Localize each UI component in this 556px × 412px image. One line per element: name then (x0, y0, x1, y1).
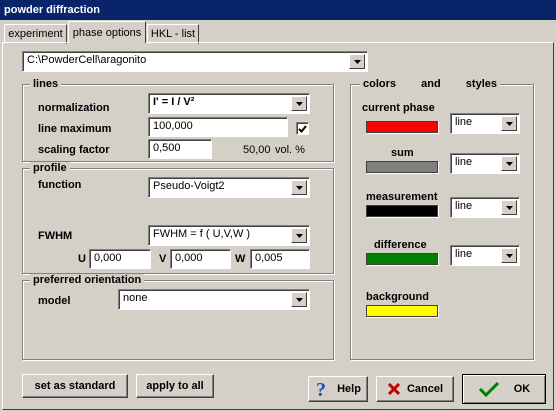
window-title: powder diffraction (0, 0, 556, 20)
line-maximum-label: line maximum (38, 123, 112, 135)
fwhm-select[interactable]: FWHM = f ( U,V,W ) (148, 225, 310, 246)
help-button[interactable]: ? Help (308, 376, 368, 402)
current-phase-color-swatch[interactable] (366, 121, 438, 133)
chevron-down-icon[interactable] (291, 228, 307, 243)
background-label: background (366, 291, 429, 303)
chevron-down-icon[interactable] (501, 200, 517, 215)
close-icon (387, 382, 401, 396)
chevron-down-icon[interactable] (291, 96, 307, 111)
sum-color-swatch[interactable] (366, 161, 438, 173)
chevron-down-icon[interactable] (501, 156, 517, 171)
line-maximum-checkbox[interactable] (296, 122, 309, 135)
chevron-down-icon[interactable] (501, 248, 517, 263)
chevron-down-icon[interactable] (501, 116, 517, 131)
model-select[interactable]: none (118, 289, 310, 310)
function-select[interactable]: Pseudo-Voigt2 (148, 177, 310, 198)
lines-legend: lines (30, 78, 62, 90)
model-label: model (38, 295, 71, 307)
ok-button[interactable]: OK (462, 374, 546, 404)
difference-label: difference (374, 239, 427, 251)
difference-style-select[interactable]: line (450, 245, 520, 266)
measurement-color-swatch[interactable] (366, 205, 438, 217)
sum-label: sum (391, 147, 414, 159)
background-color-swatch[interactable] (366, 305, 438, 317)
current-phase-label: current phase (362, 102, 435, 114)
vol-unit: vol. % (275, 144, 305, 156)
chevron-down-icon[interactable] (291, 292, 307, 307)
w-label: W (235, 253, 246, 265)
preferred-orientation-legend: preferred orientation (30, 274, 145, 286)
line-maximum-input[interactable]: 100,000 (148, 117, 288, 137)
measurement-style-select[interactable]: line (450, 197, 520, 218)
tab-phase-options[interactable]: phase options (68, 21, 146, 43)
current-phase-style-select[interactable]: line (450, 113, 520, 134)
difference-color-swatch[interactable] (366, 253, 438, 265)
checkmark-icon (478, 381, 499, 397)
path-select[interactable]: C:\PowderCell\aragonito (22, 51, 368, 72)
w-input[interactable]: 0,005 (250, 249, 310, 269)
sum-style-select[interactable]: line (450, 153, 520, 174)
apply-to-all-button[interactable]: apply to all (136, 374, 214, 398)
set-as-standard-button[interactable]: set as standard (22, 374, 128, 398)
u-input[interactable]: 0,000 (89, 249, 151, 269)
tab-experiment[interactable]: experiment (4, 24, 67, 44)
vol-value: 50,00 (243, 144, 271, 156)
u-label: U (78, 253, 86, 265)
v-label: V (159, 253, 167, 265)
colors-styles-legend: colors and styles (360, 78, 500, 90)
fwhm-label: FWHM (38, 230, 73, 242)
normalization-select[interactable]: I' = I / V² (148, 93, 310, 114)
check-icon (298, 124, 307, 133)
chevron-down-icon[interactable] (291, 180, 307, 195)
normalization-label: normalization (38, 102, 110, 114)
cancel-button[interactable]: Cancel (376, 376, 454, 402)
svg-text:?: ? (316, 380, 326, 398)
tab-hkl-list[interactable]: HKL - list (147, 24, 199, 44)
profile-legend: profile (30, 162, 70, 174)
scaling-factor-label: scaling factor (38, 144, 110, 156)
function-label: function (38, 179, 82, 191)
question-mark-icon: ? (316, 380, 326, 398)
measurement-label: measurement (366, 191, 438, 203)
scaling-factor-input[interactable]: 0,500 (148, 139, 212, 159)
chevron-down-icon[interactable] (349, 54, 365, 69)
v-input[interactable]: 0,000 (170, 249, 231, 269)
